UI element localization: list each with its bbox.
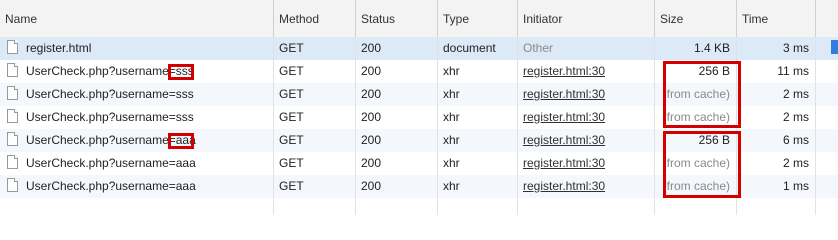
method-cell: GET xyxy=(274,60,356,83)
name-cell: UserCheck.php?username=sss xyxy=(0,106,274,129)
column-divider xyxy=(736,198,737,215)
initiator-link[interactable]: register.html:30 xyxy=(523,87,605,101)
document-icon xyxy=(7,178,18,192)
column-divider xyxy=(654,198,655,215)
column-header-waterfall[interactable] xyxy=(816,0,838,38)
column-divider xyxy=(815,198,816,215)
name-cell: UserCheck.php?username=sss xyxy=(0,83,274,106)
status-cell: 200 xyxy=(356,152,438,175)
initiator-cell: register.html:30 xyxy=(518,175,655,198)
initiator-cell: Other xyxy=(518,37,655,60)
time-cell: 6 ms xyxy=(737,129,816,152)
name-cell: UserCheck.php?username=aaa xyxy=(0,152,274,175)
initiator-cell: register.html:30 xyxy=(518,106,655,129)
initiator-cell: register.html:30 xyxy=(518,152,655,175)
request-name: UserCheck.php?username=aaa xyxy=(26,179,196,193)
document-icon xyxy=(7,63,18,77)
column-header-name[interactable]: Name xyxy=(0,0,274,38)
document-icon xyxy=(7,132,18,146)
type-cell: xhr xyxy=(438,60,518,83)
initiator-link[interactable]: register.html:30 xyxy=(523,133,605,147)
column-header-method[interactable]: Method xyxy=(274,0,356,38)
initiator-link[interactable]: register.html:30 xyxy=(523,156,605,170)
type-cell: xhr xyxy=(438,83,518,106)
time-cell: 2 ms xyxy=(737,83,816,106)
method-cell: GET xyxy=(274,83,356,106)
status-cell: 200 xyxy=(356,60,438,83)
type-cell: document xyxy=(438,37,518,60)
method-cell: GET xyxy=(274,37,356,60)
initiator-cell: register.html:30 xyxy=(518,83,655,106)
method-cell: GET xyxy=(274,129,356,152)
column-divider xyxy=(355,198,356,215)
time-cell: 1 ms xyxy=(737,175,816,198)
initiator-cell: register.html:30 xyxy=(518,60,655,83)
status-cell: 200 xyxy=(356,129,438,152)
initiator-link[interactable]: register.html:30 xyxy=(523,110,605,124)
column-header-size[interactable]: Size xyxy=(655,0,737,38)
name-cell: UserCheck.php?username=aaa xyxy=(0,129,274,152)
column-divider xyxy=(437,198,438,215)
annotation-highlight-username-aaa xyxy=(168,133,194,149)
initiator-cell: register.html:30 xyxy=(518,129,655,152)
request-name: UserCheck.php?username=sss xyxy=(26,87,194,101)
name-cell: UserCheck.php?username=aaa xyxy=(0,175,274,198)
time-cell: 2 ms xyxy=(737,152,816,175)
name-cell: register.html xyxy=(0,37,274,60)
type-cell: xhr xyxy=(438,152,518,175)
status-cell: 200 xyxy=(356,175,438,198)
annotation-highlight-size-aaa xyxy=(663,131,741,198)
type-cell: xhr xyxy=(438,106,518,129)
type-cell: xhr xyxy=(438,175,518,198)
request-name: UserCheck.php?username=sss xyxy=(26,110,194,124)
network-requests-table: Name Method Status Type Initiator Size T… xyxy=(0,0,838,215)
status-cell: 200 xyxy=(356,83,438,106)
column-header-status[interactable]: Status xyxy=(356,0,438,38)
annotation-highlight-username-sss xyxy=(168,64,194,80)
type-cell: xhr xyxy=(438,129,518,152)
size-cell: 1.4 KB xyxy=(655,37,737,60)
time-cell: 2 ms xyxy=(737,106,816,129)
column-header-time[interactable]: Time xyxy=(737,0,816,38)
status-cell: 200 xyxy=(356,37,438,60)
document-icon xyxy=(7,86,18,100)
status-cell: 200 xyxy=(356,106,438,129)
table-row[interactable]: register.html GET 200 document Other 1.4… xyxy=(0,37,838,60)
initiator-link[interactable]: register.html:30 xyxy=(523,179,605,193)
waterfall-timing-bar xyxy=(831,40,838,54)
column-divider xyxy=(273,198,274,215)
method-cell: GET xyxy=(274,152,356,175)
column-divider xyxy=(517,198,518,215)
request-name: register.html xyxy=(26,41,92,55)
time-cell: 11 ms xyxy=(737,60,816,83)
initiator-link[interactable]: register.html:30 xyxy=(523,64,605,78)
table-header: Name Method Status Type Initiator Size T… xyxy=(0,0,838,38)
document-icon xyxy=(7,155,18,169)
name-cell: UserCheck.php?username=sss xyxy=(0,60,274,83)
method-cell: GET xyxy=(274,106,356,129)
annotation-highlight-size-sss xyxy=(663,61,741,128)
method-cell: GET xyxy=(274,175,356,198)
time-cell: 3 ms xyxy=(737,37,816,60)
column-header-type[interactable]: Type xyxy=(438,0,518,38)
column-header-initiator[interactable]: Initiator xyxy=(518,0,655,38)
request-name: UserCheck.php?username=aaa xyxy=(26,156,196,170)
document-icon xyxy=(7,40,18,54)
document-icon xyxy=(7,109,18,123)
